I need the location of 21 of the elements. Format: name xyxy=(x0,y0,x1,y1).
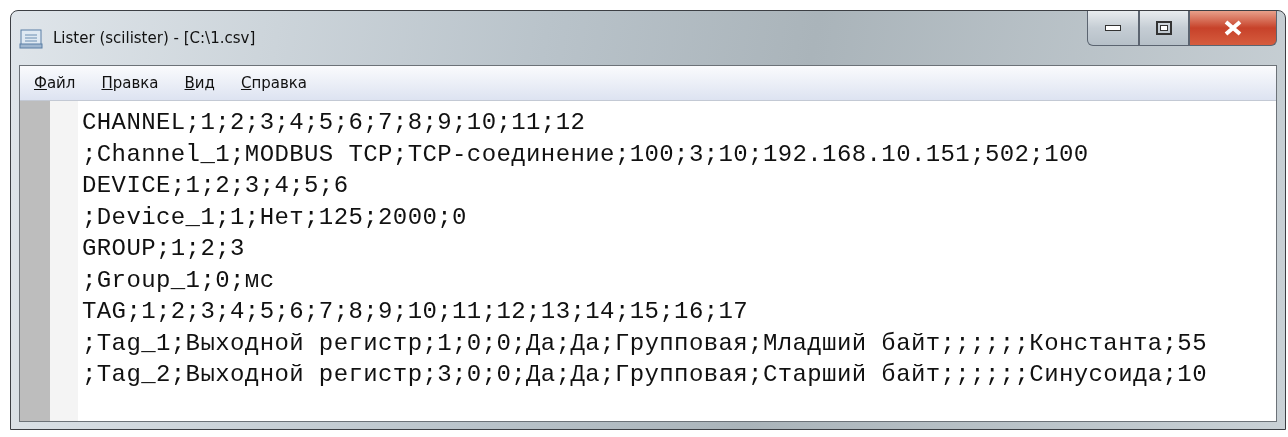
text-line: GROUP;1;2;3 xyxy=(81,234,246,264)
notepad-icon xyxy=(19,27,45,49)
minimize-button[interactable] xyxy=(1087,11,1139,46)
close-icon xyxy=(1223,20,1243,36)
menu-item[interactable]: Справка xyxy=(240,74,308,92)
text-line: ;Tag_2;Выходной регистр;3;0;0;Да;Да;Групповая;Старший байт;;;;;;Синусоида;10 xyxy=(81,360,1207,390)
close-button[interactable] xyxy=(1189,11,1277,46)
text-line: DEVICE;1;2;3;4;5;6 xyxy=(81,171,350,201)
text-line: ;Device_1;1;Нет;125;2000;0 xyxy=(81,202,468,233)
maximize-icon xyxy=(1156,21,1172,35)
menu-item[interactable]: Вид xyxy=(184,74,215,92)
menu-item[interactable]: Файл xyxy=(34,74,76,92)
text-line: CHANNEL;1;2;3;4;5;6;7;8;9;10;11;12 xyxy=(81,108,587,138)
text-line: ;Group_1;0;мс xyxy=(81,265,276,296)
window-title: Lister (scilister) - [C:\1.csv] xyxy=(53,29,257,47)
text-line: ;Channel_1;MODBUS TCP;TCP-соединение;100;3;10;192.168.10.151;502;100 xyxy=(81,139,1090,170)
menu-item[interactable]: Правка xyxy=(101,74,159,92)
text-line: TAG;1;2;3;4;5;6;7;8;9;10;11;12;13;14;15;16;17 xyxy=(81,297,750,327)
text-line: ;Tag_1;Выходной регистр;1;0;0;Да;Да;Групповая;Младший байт;;;;;;Константа;55 xyxy=(81,328,1207,359)
minimize-icon xyxy=(1105,25,1121,31)
maximize-button[interactable] xyxy=(1139,11,1189,46)
